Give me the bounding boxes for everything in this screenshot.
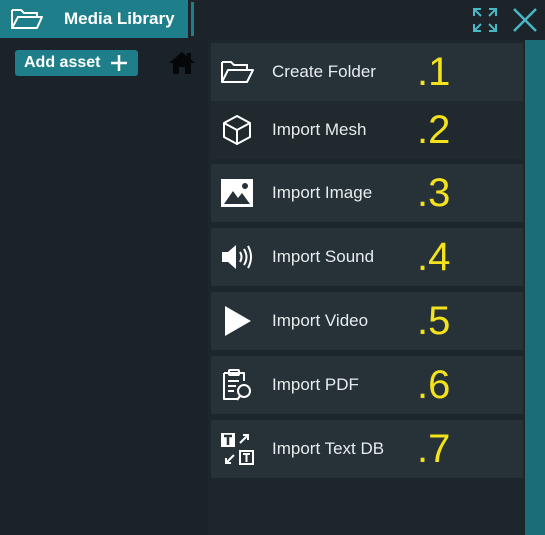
menu-item-number: .5: [417, 299, 451, 343]
create-folder-item[interactable]: Create Folder .1: [211, 43, 523, 101]
text-db-icon: [219, 431, 255, 467]
menu-item-label: Import PDF: [272, 375, 359, 394]
import-sound-item[interactable]: Import Sound .4: [211, 228, 523, 286]
import-image-item[interactable]: Import Image .3: [211, 164, 523, 222]
title-bar: Media Library: [0, 0, 545, 40]
image-icon: [219, 175, 255, 211]
menu-item-number: .7: [417, 427, 451, 471]
add-asset-button[interactable]: Add asset: [15, 50, 138, 76]
import-mesh-item[interactable]: Import Mesh .2: [211, 101, 523, 159]
play-icon: [219, 303, 255, 339]
expand-icon: [473, 8, 497, 32]
menu-item-label: Import Mesh: [272, 120, 367, 139]
menu-item-number: .2: [417, 108, 451, 152]
cube-icon: [219, 112, 255, 148]
import-menu: Create Folder .1 Import Mesh .2 Import I…: [208, 40, 525, 535]
menu-item-number: .3: [417, 171, 451, 215]
expand-button[interactable]: [470, 5, 500, 35]
import-pdf-item[interactable]: Import PDF .6: [211, 356, 523, 414]
window-title: Media Library: [64, 9, 175, 28]
menu-item-number: .4: [417, 235, 451, 279]
pdf-document-icon: [219, 367, 255, 403]
plus-icon: [110, 54, 128, 77]
menu-item-number: .6: [417, 363, 451, 407]
menu-item-label: Import Text DB: [272, 439, 385, 458]
import-video-item[interactable]: Import Video .5: [211, 292, 523, 350]
asset-panel: Add asset: [0, 40, 208, 535]
menu-item-label: Create Folder: [272, 62, 376, 81]
menu-item-label: Import Image: [272, 183, 373, 202]
home-icon[interactable]: [167, 50, 197, 81]
folder-open-icon: [219, 54, 255, 90]
import-text-db-item[interactable]: Import Text DB .7: [211, 420, 523, 478]
scrollbar[interactable]: [525, 40, 545, 535]
speaker-icon: [219, 239, 255, 275]
add-asset-label: Add asset: [24, 54, 101, 71]
menu-item-label: Import Video: [272, 311, 369, 330]
media-library-tab[interactable]: Media Library: [0, 0, 188, 38]
menu-item-number: .1: [417, 50, 451, 94]
title-divider: [191, 2, 194, 36]
close-icon: [513, 8, 537, 32]
menu-item-label: Import Sound: [272, 247, 375, 266]
close-button[interactable]: [510, 5, 540, 35]
folder-open-icon: [10, 7, 44, 36]
